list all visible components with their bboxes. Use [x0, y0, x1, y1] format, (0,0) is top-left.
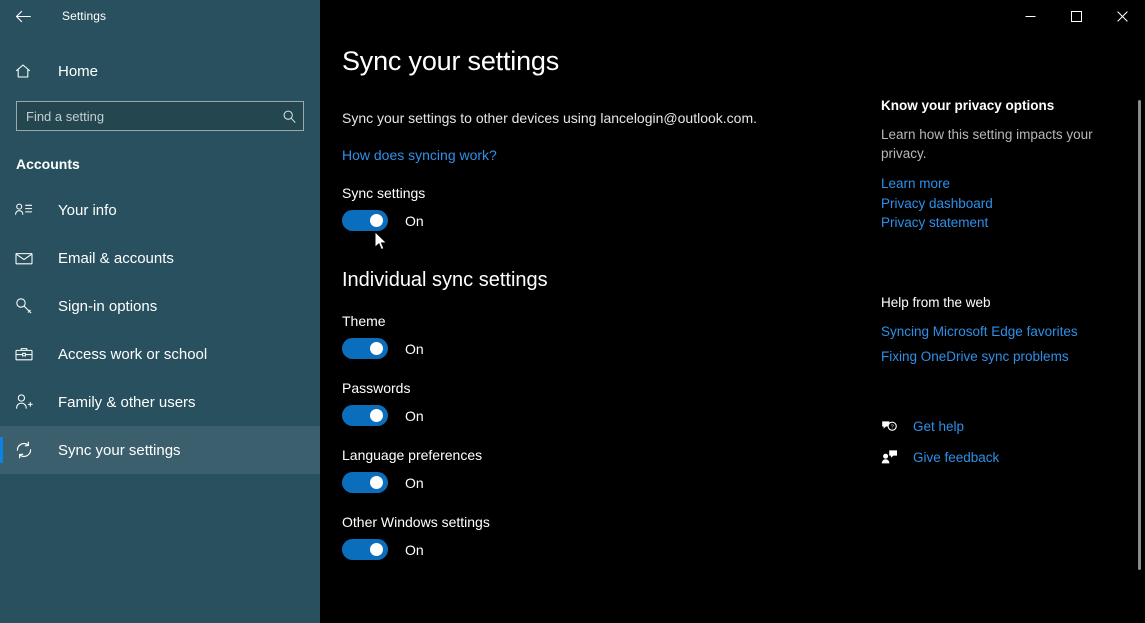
toggle-state-label: On [405, 341, 424, 357]
sidebar-item-label: Family & other users [58, 394, 196, 411]
sync-settings-column: Sync your settings Sync your settings to… [342, 46, 862, 560]
page-title: Sync your settings [342, 46, 862, 77]
privacy-options-text: Learn how this setting impacts your priv… [881, 125, 1111, 163]
sidebar-item-home[interactable]: Home [0, 51, 320, 91]
sync-icon [14, 440, 46, 460]
privacy-links: Learn more Privacy dashboard Privacy sta… [881, 174, 1111, 233]
question-bubble-icon: ? [881, 418, 903, 434]
settings-sidebar: Home Accounts Your info [0, 0, 320, 623]
setting-label: Passwords [342, 380, 862, 396]
sidebar-item-signin-options[interactable]: Sign-in options [0, 282, 320, 330]
minimize-button[interactable] [1007, 0, 1053, 32]
setting-passwords: Passwords On [342, 380, 862, 426]
close-button[interactable] [1099, 0, 1145, 32]
sidebar-item-label: Your info [58, 202, 117, 219]
other-windows-settings-toggle[interactable] [342, 539, 388, 560]
person-info-icon [14, 201, 46, 220]
titlebar-left-region: Settings [0, 0, 320, 32]
sidebar-item-sync-your-settings[interactable]: Sync your settings [0, 426, 320, 474]
help-from-web-heading: Help from the web [881, 295, 1111, 310]
toggle-knob [370, 342, 383, 355]
search-input[interactable] [16, 101, 304, 131]
get-help-link[interactable]: Get help [913, 419, 964, 434]
sidebar-item-access-work-school[interactable]: Access work or school [0, 330, 320, 378]
master-sync-setting: Sync settings On [342, 185, 862, 231]
learn-more-link[interactable]: Learn more [881, 174, 1111, 194]
svg-text:?: ? [891, 425, 894, 431]
setting-theme: Theme On [342, 313, 862, 359]
sidebar-item-family-other-users[interactable]: Family & other users [0, 378, 320, 426]
fixing-onedrive-sync-link[interactable]: Fixing OneDrive sync problems [881, 349, 1111, 364]
setting-label: Other Windows settings [342, 514, 862, 530]
window-titlebar: Settings [0, 0, 1145, 32]
page-description: Sync your settings to other devices usin… [342, 110, 862, 126]
sidebar-section-label: Accounts [16, 156, 320, 172]
sidebar-item-email-accounts[interactable]: Email & accounts [0, 234, 320, 282]
scrollbar-thumb[interactable] [1138, 100, 1141, 570]
toggle-knob [370, 409, 383, 422]
privacy-options-heading: Know your privacy options [881, 98, 1111, 113]
how-does-syncing-work-link[interactable]: How does syncing work? [342, 147, 497, 163]
sync-settings-toggle[interactable] [342, 210, 388, 231]
privacy-statement-link[interactable]: Privacy statement [881, 213, 1111, 233]
get-help-row[interactable]: ? Get help [881, 411, 1111, 442]
setting-language-preferences: Language preferences On [342, 447, 862, 493]
help-web-links: Syncing Microsoft Edge favorites Fixing … [881, 324, 1111, 364]
setting-other-windows-settings: Other Windows settings On [342, 514, 862, 560]
app-title: Settings [62, 9, 106, 23]
toggle-knob [370, 543, 383, 556]
individual-sync-settings-title: Individual sync settings [342, 269, 862, 292]
setting-label: Theme [342, 313, 862, 329]
privacy-options-block: Know your privacy options Learn how this… [881, 98, 1111, 233]
toggle-state-label: On [405, 475, 424, 491]
syncing-edge-favorites-link[interactable]: Syncing Microsoft Edge favorites [881, 324, 1111, 339]
sidebar-item-label: Sign-in options [58, 298, 157, 315]
sidebar-nav-list: Your info Email & accounts Sign-in optio… [0, 186, 320, 474]
sidebar-home-label: Home [58, 63, 98, 80]
maximize-button[interactable] [1053, 0, 1099, 32]
setting-label: Language preferences [342, 447, 862, 463]
sidebar-item-label: Access work or school [58, 346, 207, 363]
theme-toggle[interactable] [342, 338, 388, 359]
back-button[interactable] [0, 0, 46, 32]
sidebar-item-label: Sync your settings [58, 442, 181, 459]
person-add-icon [14, 392, 46, 412]
give-feedback-row[interactable]: Give feedback [881, 442, 1111, 473]
search-box [16, 101, 304, 131]
toggle-row: On [342, 539, 862, 560]
privacy-dashboard-link[interactable]: Privacy dashboard [881, 194, 1111, 214]
right-info-panel: Know your privacy options Learn how this… [881, 98, 1111, 473]
content-scrollbar[interactable] [1131, 32, 1145, 623]
window-controls [1007, 0, 1145, 32]
key-icon [14, 296, 46, 316]
envelope-icon [14, 248, 46, 268]
sidebar-item-label: Email & accounts [58, 250, 174, 267]
home-icon [14, 62, 46, 80]
toggle-row: On [342, 338, 862, 359]
sidebar-item-your-info[interactable]: Your info [0, 186, 320, 234]
language-preferences-toggle[interactable] [342, 472, 388, 493]
briefcase-icon [14, 344, 46, 364]
sync-settings-toggle-row: On [342, 210, 862, 231]
toggle-knob [370, 214, 383, 227]
toggle-state-label: On [405, 542, 424, 558]
passwords-toggle[interactable] [342, 405, 388, 426]
toggle-row: On [342, 472, 862, 493]
give-feedback-link[interactable]: Give feedback [913, 450, 999, 465]
search-icon[interactable] [277, 104, 301, 128]
support-links: ? Get help Give feedback [881, 411, 1111, 473]
toggle-row: On [342, 405, 862, 426]
titlebar-right-region [320, 0, 1145, 32]
feedback-person-icon [881, 449, 903, 465]
toggle-state-label: On [405, 213, 424, 229]
sync-settings-label: Sync settings [342, 185, 862, 201]
toggle-state-label: On [405, 408, 424, 424]
main-content-area: Sync your settings Sync your settings to… [320, 32, 1145, 623]
help-from-web-block: Help from the web Syncing Microsoft Edge… [881, 295, 1111, 364]
toggle-knob [370, 476, 383, 489]
